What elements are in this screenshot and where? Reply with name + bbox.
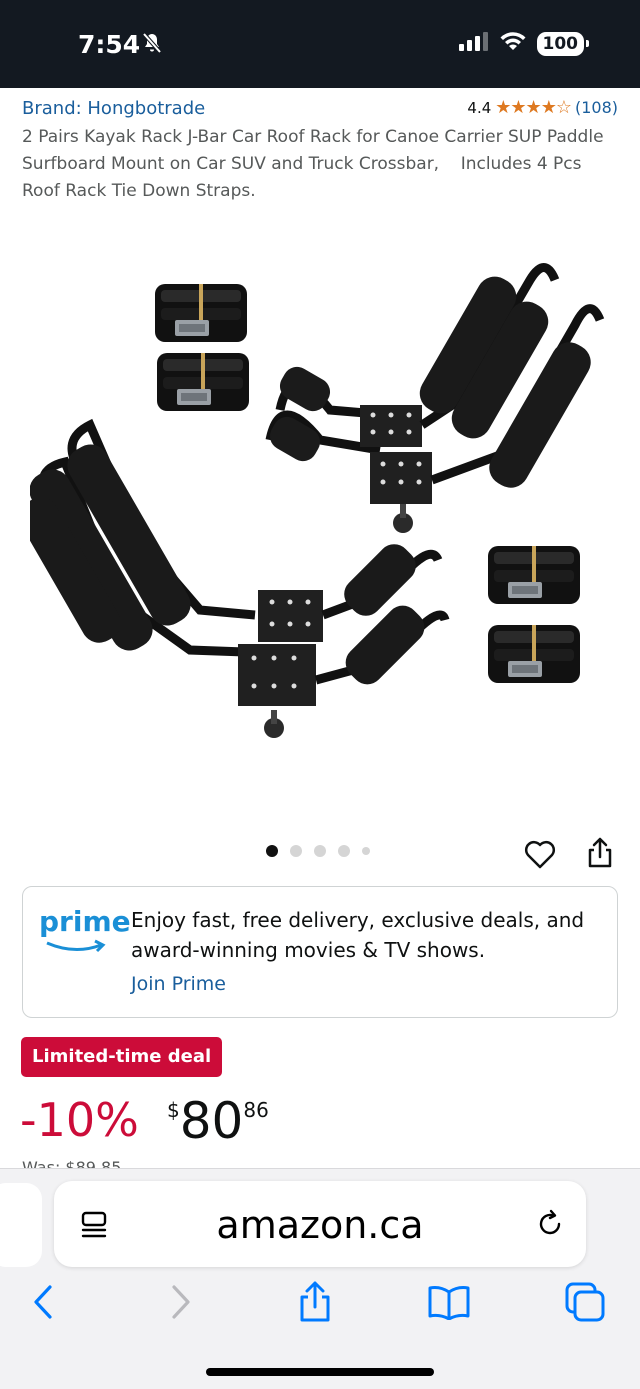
join-prime-link[interactable]: Join Prime (131, 973, 226, 995)
price-currency: $ (167, 1098, 180, 1122)
carousel-dot[interactable] (362, 847, 370, 855)
carousel-dot[interactable] (314, 845, 326, 857)
wifi-icon (499, 31, 527, 56)
tabs-icon[interactable] (560, 1277, 610, 1327)
reload-icon[interactable] (534, 1208, 566, 1245)
back-icon[interactable] (18, 1277, 68, 1327)
prime-promo: prime Enjoy fast, free delivery, exclusi… (22, 886, 618, 1018)
rating-value: 4.4 (467, 98, 492, 117)
carousel-dot[interactable] (338, 845, 350, 857)
status-bar: 7:54 100 (0, 0, 640, 88)
discount-percent: -10% (20, 1093, 139, 1147)
status-time: 7:54 (78, 30, 141, 59)
prime-smile-icon (45, 939, 109, 960)
product-image[interactable] (19, 240, 620, 760)
rating-summary[interactable]: 4.4 ★★★★☆ (108) (467, 97, 618, 118)
share-icon[interactable] (586, 836, 614, 875)
home-indicator (206, 1368, 434, 1376)
cellular-signal-icon (458, 31, 489, 56)
price-whole: 80 (179, 1092, 244, 1150)
star-rating-icon: ★★★★☆ (495, 97, 572, 118)
heart-icon[interactable] (524, 840, 556, 875)
limited-deal-badge: Limited-time deal (21, 1037, 223, 1077)
previous-tab-preview[interactable] (0, 1183, 42, 1267)
prime-message: Enjoy fast, free delivery, exclusive dea… (131, 908, 585, 962)
carousel-dot[interactable] (290, 845, 302, 857)
image-carousel-dots[interactable] (266, 845, 370, 857)
browser-toolbar: amazon.ca (0, 1168, 640, 1389)
price: $8086 (167, 1092, 269, 1150)
url-text: amazon.ca (216, 1203, 424, 1247)
bookmarks-icon[interactable] (424, 1277, 474, 1327)
forward-icon[interactable] (156, 1277, 206, 1327)
product-title: 2 Pairs Kayak Rack J-Bar Car Roof Rack f… (22, 127, 604, 201)
status-indicators: 100 (458, 31, 589, 56)
carousel-dot[interactable] (266, 845, 278, 857)
battery-indicator: 100 (536, 31, 589, 56)
price-fraction: 86 (243, 1098, 269, 1122)
share-sheet-icon[interactable] (290, 1277, 340, 1327)
address-bar[interactable]: amazon.ca (54, 1181, 586, 1267)
prime-logo: prime (39, 905, 131, 938)
brand-link[interactable]: Brand: Hongbotrade (22, 98, 205, 119)
rating-count[interactable]: (108) (575, 98, 618, 117)
silent-bell-icon (142, 32, 162, 59)
